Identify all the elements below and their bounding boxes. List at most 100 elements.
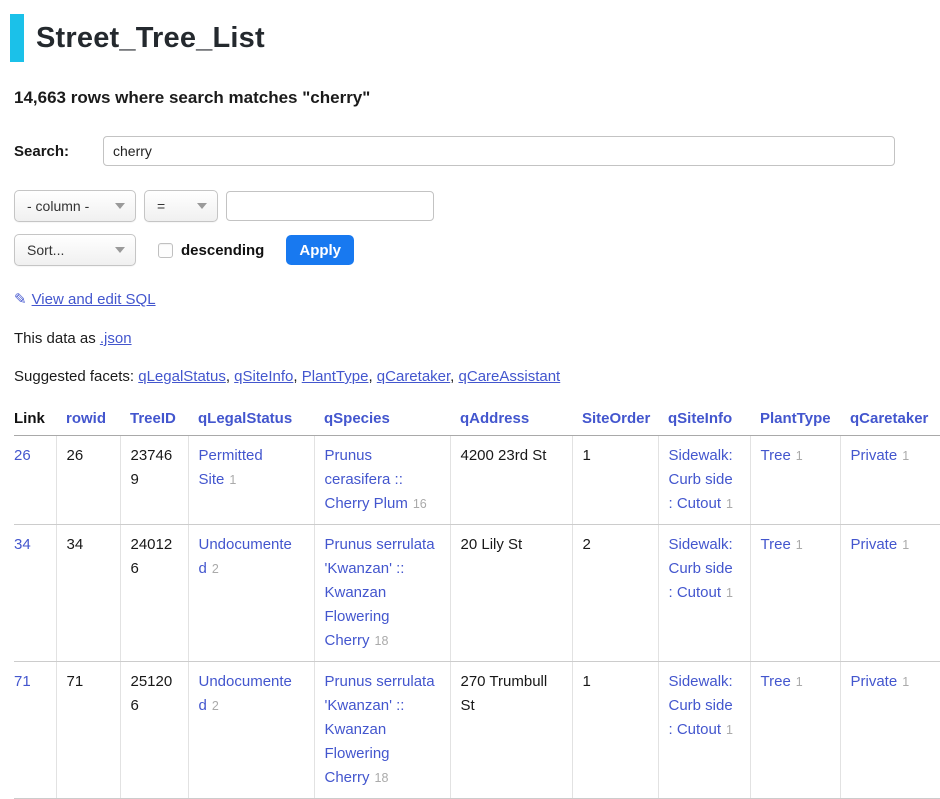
caretaker-link[interactable]: Private	[851, 447, 898, 464]
facet-link-qcareassistant[interactable]: qCareAssistant	[459, 368, 561, 385]
table-row: 26 26 237469 Permitted Site1 Prunus cera…	[14, 436, 940, 525]
table-row: 71 71 251206 Undocumented2 Prunus serrul…	[14, 662, 940, 799]
cell-site-info: Sidewalk: Curb side : Cutout1	[658, 662, 750, 799]
col-header-rowid-link[interactable]: rowid	[66, 410, 106, 427]
suggested-facets-links: qLegalStatus, qSiteInfo, PlantType, qCar…	[138, 368, 560, 385]
facet-count: 1	[902, 449, 909, 463]
data-as-line: This data as .json	[14, 330, 940, 347]
cell-species: Prunus serrulata 'Kwanzan' :: Kwanzan Fl…	[314, 662, 450, 799]
col-header-treeid-link[interactable]: TreeID	[130, 410, 176, 427]
suggested-facets: Suggested facets: qLegalStatus, qSiteInf…	[14, 368, 940, 385]
cell-treeid: 240126	[120, 525, 188, 662]
facet-count: 1	[796, 538, 803, 552]
cell-site-order: 2	[572, 525, 658, 662]
col-header-siteorder-link[interactable]: SiteOrder	[582, 410, 650, 427]
cell-caretaker: Private 1	[840, 662, 940, 799]
pencil-icon: ✎	[14, 291, 27, 308]
facet-count: 1	[229, 473, 236, 487]
apply-button[interactable]: Apply	[286, 235, 354, 265]
sort-select[interactable]: Sort...	[14, 234, 136, 266]
plant-type-link[interactable]: Tree	[761, 536, 791, 553]
sort-select-value: Sort...	[27, 242, 64, 258]
col-header-treeid: TreeID	[120, 404, 188, 436]
cell-plant-type: Tree 1	[750, 436, 840, 525]
chevron-down-icon	[115, 247, 125, 253]
cell-rowid: 34	[56, 525, 120, 662]
species-link[interactable]: Prunus serrulata 'Kwanzan' :: Kwanzan Fl…	[325, 536, 435, 649]
col-header-qaddress: qAddress	[450, 404, 572, 436]
page: Street_Tree_List 14,663 rows where searc…	[0, 0, 940, 799]
json-link[interactable]: .json	[100, 330, 132, 347]
cell-address: 20 Lily St	[450, 525, 572, 662]
facet-count: 1	[726, 586, 733, 600]
species-link[interactable]: Prunus cerasifera :: Cherry Plum	[325, 447, 408, 512]
site-info-link[interactable]: Sidewalk: Curb side : Cutout	[669, 536, 733, 601]
col-header-qcaretaker-link[interactable]: qCaretaker	[850, 410, 928, 427]
facet-count: 1	[726, 497, 733, 511]
search-label: Search:	[14, 143, 103, 160]
facet-link-qsiteinfo[interactable]: qSiteInfo	[234, 368, 293, 385]
column-select[interactable]: - column -	[14, 190, 136, 222]
col-header-rowid: rowid	[56, 404, 120, 436]
cell-rowid: 26	[56, 436, 120, 525]
col-header-planttype-link[interactable]: PlantType	[760, 410, 831, 427]
facet-count: 18	[375, 634, 389, 648]
cell-site-order: 1	[572, 436, 658, 525]
cell-treeid: 251206	[120, 662, 188, 799]
cell-legal-status: Undocumented2	[188, 662, 314, 799]
species-link[interactable]: Prunus serrulata 'Kwanzan' :: Kwanzan Fl…	[325, 673, 435, 786]
col-header-qlegalstatus-link[interactable]: qLegalStatus	[198, 410, 292, 427]
cell-rowid: 71	[56, 662, 120, 799]
site-info-link[interactable]: Sidewalk: Curb side : Cutout	[669, 673, 733, 738]
facet-count: 16	[413, 497, 427, 511]
view-edit-sql-link[interactable]: View and edit SQL	[32, 291, 156, 308]
cell-caretaker: Private 1	[840, 436, 940, 525]
facet-count: 1	[902, 675, 909, 689]
descending-label: descending	[181, 242, 264, 259]
page-title: Street_Tree_List	[10, 14, 940, 62]
site-info-link[interactable]: Sidewalk: Curb side : Cutout	[669, 447, 733, 512]
row-id-link[interactable]: 26	[14, 447, 31, 464]
cell-site-info: Sidewalk: Curb side : Cutout1	[658, 436, 750, 525]
facet-count: 1	[726, 723, 733, 737]
sql-line: ✎ View and edit SQL	[14, 290, 940, 308]
facet-link-qlegalstatus[interactable]: qLegalStatus	[138, 368, 226, 385]
caretaker-link[interactable]: Private	[851, 536, 898, 553]
cell-plant-type: Tree 1	[750, 525, 840, 662]
row-id-link[interactable]: 34	[14, 536, 31, 553]
row-id-link[interactable]: 71	[14, 673, 31, 690]
cell-plant-type: Tree 1	[750, 662, 840, 799]
facet-count: 2	[212, 562, 219, 576]
cell-link: 34	[14, 525, 56, 662]
cell-species: Prunus cerasifera :: Cherry Plum16	[314, 436, 450, 525]
filter-value-input[interactable]	[226, 191, 434, 221]
col-header-qsiteinfo-link[interactable]: qSiteInfo	[668, 410, 732, 427]
operator-select[interactable]: =	[144, 190, 218, 222]
data-as-prefix: This data as	[14, 330, 100, 347]
descending-checkbox[interactable]	[158, 243, 173, 258]
facet-count: 1	[902, 538, 909, 552]
facet-count: 1	[796, 449, 803, 463]
filter-row: - column - =	[14, 190, 940, 222]
facet-count: 1	[796, 675, 803, 689]
plant-type-link[interactable]: Tree	[761, 673, 791, 690]
operator-select-value: =	[157, 198, 165, 214]
col-header-qaddress-link[interactable]: qAddress	[460, 410, 529, 427]
cell-species: Prunus serrulata 'Kwanzan' :: Kwanzan Fl…	[314, 525, 450, 662]
facet-link-qcaretaker[interactable]: qCaretaker	[377, 368, 450, 385]
plant-type-link[interactable]: Tree	[761, 447, 791, 464]
caretaker-link[interactable]: Private	[851, 673, 898, 690]
col-header-qspecies: qSpecies	[314, 404, 450, 436]
col-header-siteorder: SiteOrder	[572, 404, 658, 436]
facet-count: 2	[212, 699, 219, 713]
facet-link-planttype[interactable]: PlantType	[302, 368, 369, 385]
sort-row: Sort... descending Apply	[14, 234, 940, 266]
search-input[interactable]	[103, 136, 895, 166]
facets-prefix: Suggested facets:	[14, 368, 138, 385]
cell-site-info: Sidewalk: Curb side : Cutout1	[658, 525, 750, 662]
col-header-qspecies-link[interactable]: qSpecies	[324, 410, 390, 427]
cell-site-order: 1	[572, 662, 658, 799]
col-header-qsiteinfo: qSiteInfo	[658, 404, 750, 436]
cell-legal-status: Permitted Site1	[188, 436, 314, 525]
cell-address: 4200 23rd St	[450, 436, 572, 525]
